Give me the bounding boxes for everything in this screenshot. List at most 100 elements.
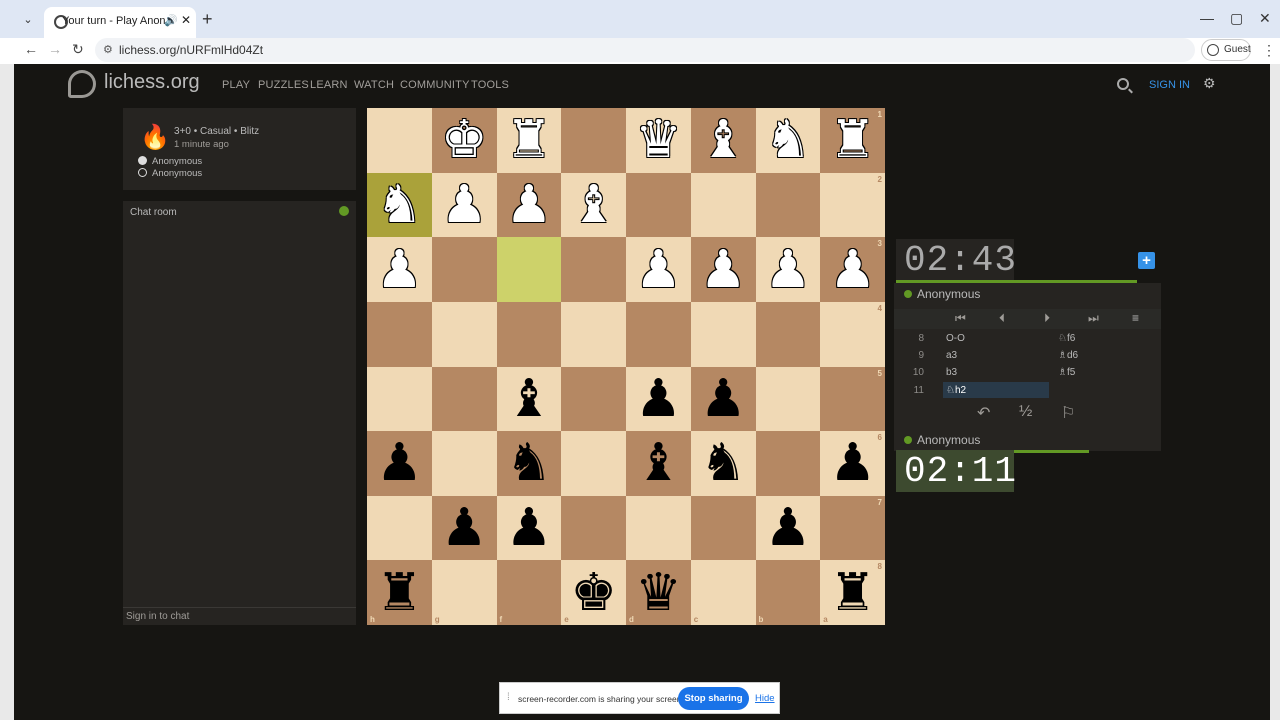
white-pawn-icon[interactable]: ♟ [506, 179, 553, 231]
board-square-b1[interactable]: ♞ [755, 108, 821, 173]
board-square-g3[interactable] [431, 237, 497, 302]
white-bishop-icon[interactable]: ♝ [700, 114, 747, 166]
board-square-b8[interactable]: b [755, 560, 821, 625]
current-move[interactable]: ♘h2 [943, 382, 1049, 398]
board-square-g8[interactable]: g [431, 560, 497, 625]
board-square-g4[interactable] [431, 301, 497, 367]
board-square-d1[interactable]: ♛ [626, 108, 691, 173]
plus-icon[interactable]: + [202, 9, 213, 29]
white-pawn-icon[interactable]: ♟ [635, 244, 682, 296]
resign-flag-icon[interactable]: ⚐ [1061, 403, 1075, 423]
board-square-a6[interactable]: ♟ 6 [820, 431, 885, 496]
board-square-a8[interactable]: ♜ 8 a [820, 560, 885, 625]
white-pawn-icon[interactable]: ♟ [441, 179, 488, 231]
black-knight-icon[interactable]: ♞ [506, 437, 553, 489]
board-square-d2[interactable] [626, 172, 691, 238]
forward-icon[interactable]: → [48, 41, 62, 57]
board-square-a3[interactable]: ♟ 3 [820, 237, 885, 302]
player-name[interactable]: Anonymous [917, 433, 980, 447]
black-queen-icon[interactable]: ♛ [635, 567, 682, 619]
white-knight-icon[interactable]: ♞ [376, 179, 423, 231]
board-square-c3[interactable]: ♟ [690, 237, 756, 302]
nav-community[interactable]: COMMUNITY [400, 79, 470, 91]
prev-move-icon[interactable]: ⏴ [999, 311, 1005, 326]
black-pawn-icon[interactable]: ♟ [376, 437, 423, 489]
board-square-f2[interactable]: ♟ [496, 172, 562, 238]
nav-puzzles[interactable]: PUZZLES [258, 79, 309, 91]
white-pawn-icon[interactable]: ♟ [700, 244, 747, 296]
next-move-icon[interactable]: ⏵ [1044, 311, 1050, 326]
site-logo[interactable]: lichess.org [104, 71, 200, 94]
board-square-b4[interactable] [755, 301, 821, 367]
board-square-e4[interactable] [561, 301, 626, 367]
board-square-c5[interactable]: ♟ [690, 366, 756, 432]
board-square-h3[interactable]: ♟ [367, 237, 432, 302]
board-square-c6[interactable]: ♞ [690, 431, 756, 496]
board-square-e5[interactable] [561, 366, 626, 432]
white-player-name[interactable]: Anonymous [152, 156, 202, 167]
board-square-f7[interactable]: ♟ [496, 495, 562, 561]
move-black[interactable]: ♗f5 [1058, 367, 1075, 378]
board-square-f3[interactable] [496, 237, 562, 302]
board-square-g2[interactable]: ♟ [431, 172, 497, 238]
move-black[interactable]: ♗d6 [1058, 350, 1078, 361]
board-square-a2[interactable]: 2 [820, 172, 885, 238]
chat-input[interactable]: Sign in to chat [123, 607, 356, 625]
black-king-icon[interactable]: ♚ [570, 567, 617, 619]
board-square-e1[interactable] [561, 108, 626, 173]
nav-tools[interactable]: TOOLS [471, 79, 509, 91]
url-text[interactable]: lichess.org/nURFmlHd04Zt [119, 43, 263, 57]
menu-icon[interactable]: ≡ [1132, 311, 1139, 325]
black-bishop-icon[interactable]: ♝ [506, 373, 553, 425]
board-square-f1[interactable]: ♜ [496, 108, 562, 173]
board-square-d6[interactable]: ♝ [626, 431, 691, 496]
lichess-logo-icon[interactable] [68, 70, 96, 98]
board-square-b2[interactable] [755, 172, 821, 238]
board-square-h1[interactable] [367, 108, 432, 173]
chat-toggle[interactable] [339, 206, 349, 216]
black-pawn-icon[interactable]: ♟ [765, 502, 812, 554]
guest-profile-button[interactable]: Guest [1201, 39, 1251, 61]
nav-learn[interactable]: LEARN [310, 79, 348, 91]
back-icon[interactable]: ← [24, 41, 38, 57]
white-pawn-icon[interactable]: ♟ [376, 244, 423, 296]
nav-play[interactable]: PLAY [222, 79, 250, 91]
close-icon[interactable]: ✕ [181, 13, 191, 27]
move-white[interactable]: b3 [946, 367, 957, 378]
site-info-icon[interactable]: ⚙ [103, 43, 113, 56]
move-black[interactable]: ♘f6 [1058, 333, 1075, 344]
board-square-g1[interactable]: ♚ [431, 108, 497, 173]
board-square-g5[interactable] [431, 366, 497, 432]
offer-draw-button[interactable]: ½ [1019, 403, 1032, 421]
white-knight-icon[interactable]: ♞ [765, 114, 812, 166]
white-bishop-icon[interactable]: ♝ [570, 179, 617, 231]
board-square-c4[interactable] [690, 301, 756, 367]
board-square-a1[interactable]: ♜ 1 [820, 108, 885, 173]
white-king-icon[interactable]: ♚ [441, 114, 488, 166]
board-square-b3[interactable]: ♟ [755, 237, 821, 302]
white-queen-icon[interactable]: ♛ [635, 114, 682, 166]
white-pawn-icon[interactable]: ♟ [829, 244, 876, 296]
white-rook-icon[interactable]: ♜ [829, 114, 876, 166]
board-square-d8[interactable]: ♛ d [626, 560, 691, 625]
white-rook-icon[interactable]: ♜ [506, 114, 553, 166]
board-square-f8[interactable]: f [496, 560, 562, 625]
black-pawn-icon[interactable]: ♟ [700, 373, 747, 425]
opponent-name[interactable]: Anonymous [917, 287, 980, 301]
board-square-e8[interactable]: ♚ e [561, 560, 626, 625]
board-square-a5[interactable]: 5 [820, 366, 885, 432]
black-bishop-icon[interactable]: ♝ [635, 437, 682, 489]
black-pawn-icon[interactable]: ♟ [441, 502, 488, 554]
board-square-h7[interactable] [367, 495, 432, 561]
address-bar[interactable]: ⚙ lichess.org/nURFmlHd04Zt [95, 38, 1195, 62]
board-square-f4[interactable] [496, 301, 562, 367]
board-square-c7[interactable] [690, 495, 756, 561]
search-icon[interactable] [1117, 78, 1129, 90]
board-square-f5[interactable]: ♝ [496, 366, 562, 432]
chess-board[interactable]: ♚ ♜ ♛ ♝ ♞ ♜ 1 ♞ ♟ ♟ ♝ 2 ♟ ♟ ♟ ♟ ♟ 3 4 ♝ ♟ ♟ 5 ♟ ♞ ♝ ♞ ♟ 6 ♟ ♟ ♟ 7 ♜ h g f ♚ e ♛… [367, 108, 885, 625]
board-square-h4[interactable] [367, 301, 432, 367]
board-square-d5[interactable]: ♟ [626, 366, 691, 432]
black-rook-icon[interactable]: ♜ [376, 567, 423, 619]
first-move-icon[interactable]: ⏮ [955, 311, 966, 326]
gear-icon[interactable]: ⚙ [1203, 75, 1216, 92]
